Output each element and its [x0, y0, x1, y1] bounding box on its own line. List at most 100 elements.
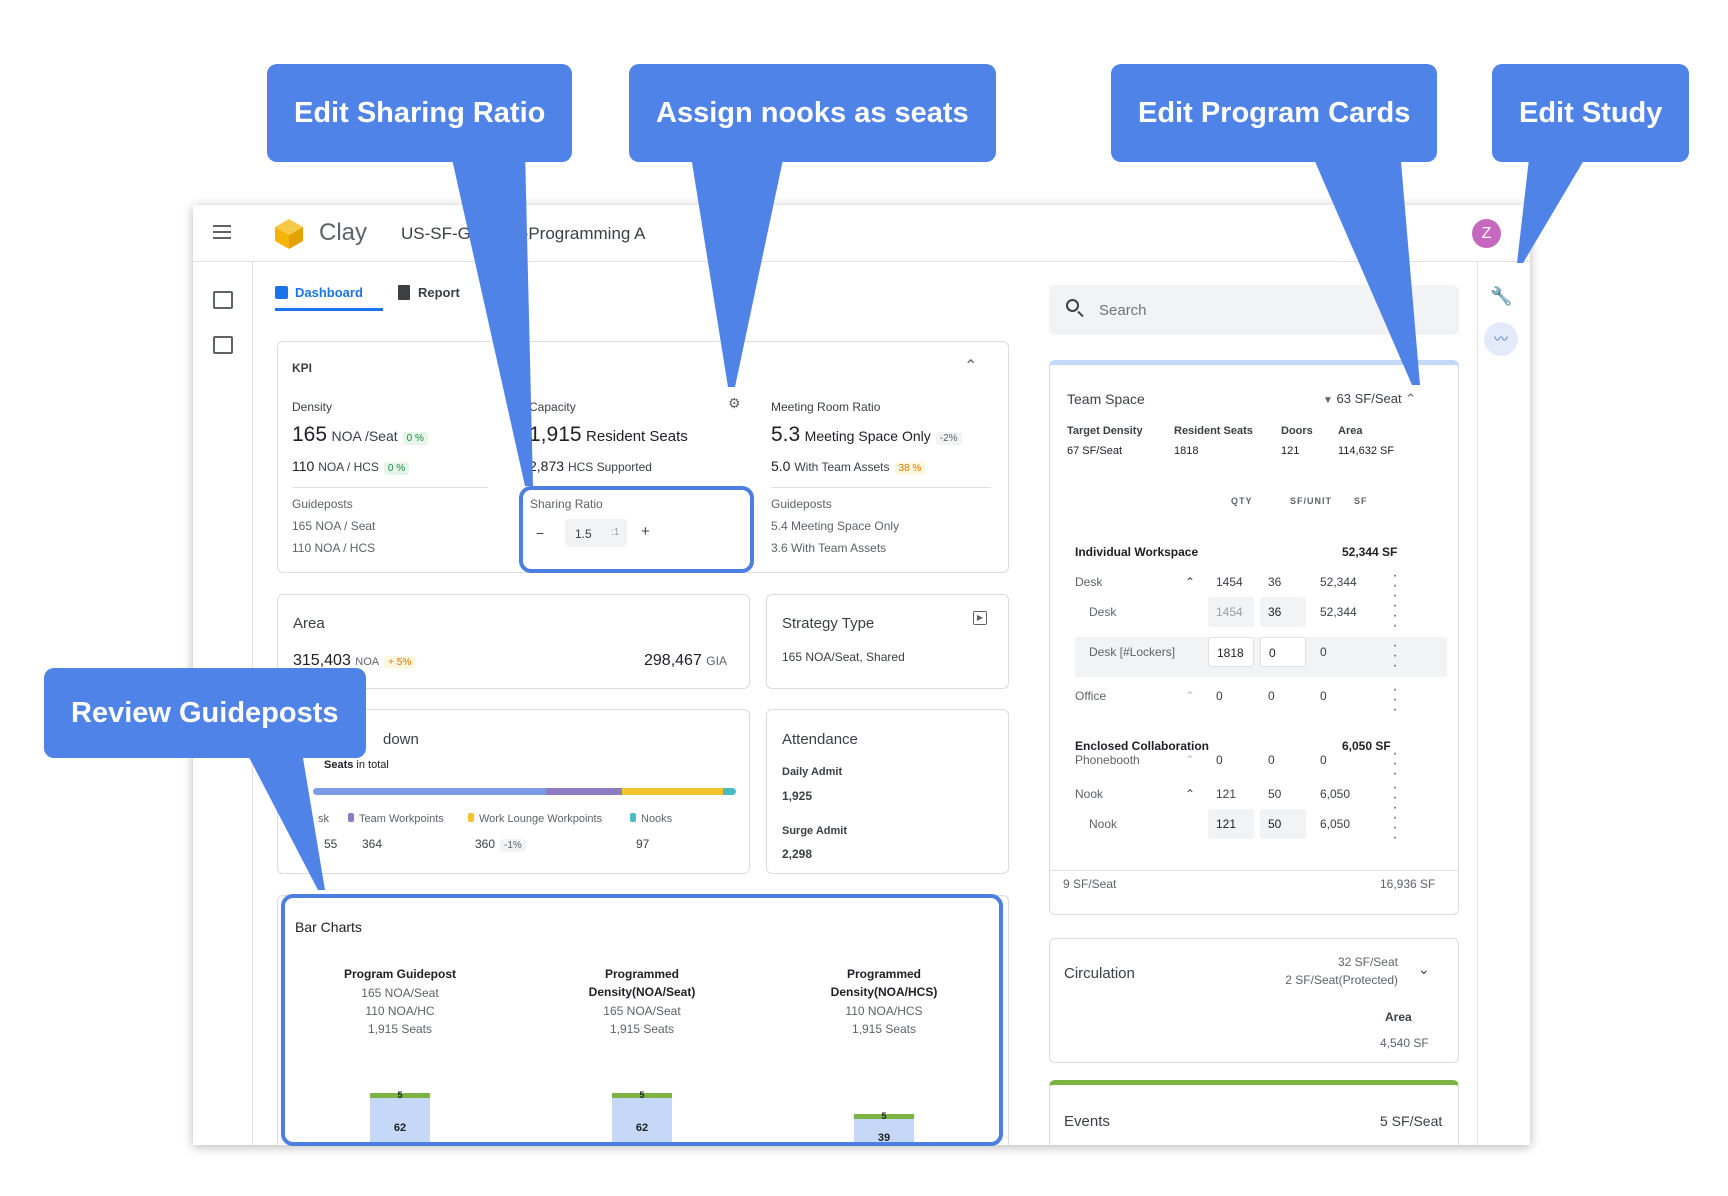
team-stat-value: 114,632 SF — [1338, 445, 1395, 457]
events-card: Events 5 SF/Seat — [1049, 1080, 1459, 1145]
surge-admit-label: Surge Admit — [782, 825, 847, 837]
program-row-name: Desk — [1075, 575, 1103, 589]
daily-admit-value: 1,925 — [782, 789, 813, 803]
more-options-icon[interactable]: · · · — [1391, 682, 1399, 718]
grid-icon[interactable] — [213, 336, 233, 354]
program-row-qty[interactable]: 121 — [1208, 809, 1254, 839]
strategy-title: Strategy Type — [782, 615, 875, 632]
program-row-sf: 52,344 — [1320, 605, 1357, 619]
program-row-name: Nook — [1089, 817, 1118, 831]
gear-icon[interactable]: ⚙ — [728, 395, 741, 412]
avatar[interactable]: Z — [1472, 219, 1501, 248]
chevron-down-icon[interactable]: ⌄ — [1418, 961, 1430, 978]
program-row-name: Desk [#Lockers] — [1089, 645, 1176, 659]
program-row-sf: 0 — [1320, 753, 1327, 767]
insights-icon[interactable]: 〰 — [1484, 322, 1518, 356]
team-space-footer-left: 9 SF/Seat — [1063, 877, 1117, 891]
team-space-footer-right: 16,936 SF — [1380, 877, 1436, 891]
enclosed-collab-label: Enclosed Collaboration — [1075, 739, 1210, 753]
program-row-name: Nook — [1075, 787, 1104, 801]
tab-report[interactable]: Report — [398, 285, 460, 300]
legend-desk-value: 55 — [324, 837, 338, 851]
breadcrumb-project: US-SF-GT — [401, 224, 482, 243]
divider — [771, 487, 991, 488]
legend-lounge: Work Lounge Workpoints — [468, 813, 602, 825]
program-row-unit: 0 — [1268, 753, 1275, 767]
strategy-value: 165 NOA/Seat, Shared — [782, 650, 905, 664]
team-stat-label: Target Density — [1067, 425, 1143, 437]
attendance-card: Attendance Daily Admit 1,925 Surge Admit… — [766, 709, 1009, 874]
legend-desk: sk — [318, 813, 329, 825]
breakdown-total: Seats in total — [324, 759, 389, 771]
program-row-name: Desk — [1089, 605, 1117, 619]
team-space-density[interactable]: ▼ 63 SF/Seat ⌃ — [1323, 391, 1416, 407]
play-icon[interactable]: ▶ — [973, 611, 987, 625]
search-input[interactable] — [1099, 295, 1439, 325]
density-guidepost-1: 165 NOA / Seat — [292, 519, 376, 533]
program-row-qty[interactable]: 1454 — [1208, 597, 1254, 627]
table-icon[interactable] — [213, 291, 233, 309]
density-label: Density — [292, 400, 333, 414]
legend-team-value: 364 — [362, 837, 383, 851]
program-row-qty: 0 — [1216, 689, 1223, 703]
circulation-area-value: 4,540 SF — [1380, 1036, 1429, 1050]
right-rail: 🔧 〰 — [1477, 262, 1530, 1145]
events-title: Events — [1064, 1113, 1110, 1130]
bar-segment-nook — [723, 788, 736, 795]
callout-edit-sharing-ratio: Edit Sharing Ratio — [267, 64, 573, 162]
brand-name: Clay — [319, 219, 368, 246]
chevron-up-icon[interactable]: ⌃ — [1185, 787, 1195, 801]
program-row-unit[interactable]: 0 — [1260, 637, 1306, 667]
more-options-icon[interactable]: · · · — [1391, 638, 1399, 674]
strategy-card: Strategy Type ▶ 165 NOA/Seat, Shared — [766, 594, 1009, 689]
program-row-qty: 121 — [1216, 787, 1237, 801]
team-space-card: Team Space ▼ 63 SF/Seat ⌃ Target Density… — [1049, 360, 1459, 915]
meeting-value-row: 5.3 Meeting Space Only -2% — [771, 423, 962, 447]
program-row-unit[interactable]: 50 — [1260, 809, 1306, 839]
team-stat-label: Doors — [1281, 425, 1313, 437]
chevron-up-icon[interactable]: ⌃ — [1185, 689, 1195, 703]
circulation-title: Circulation — [1064, 965, 1135, 982]
team-stat-label: Resident Seats — [1174, 425, 1253, 437]
bar-segment-desk — [313, 788, 546, 795]
program-row-sf: 0 — [1320, 645, 1327, 659]
meeting-ratio-label: Meeting Room Ratio — [771, 400, 881, 414]
more-options-icon[interactable]: · · · — [1391, 746, 1399, 782]
individual-workspace-label: Individual Workspace — [1075, 545, 1199, 559]
search-icon — [1066, 299, 1079, 312]
header-suffix: 3 — [1398, 224, 1408, 243]
tab-dashboard[interactable]: Dashboard — [275, 285, 363, 300]
density-value-row: 165 NOA /Seat 0 % — [292, 423, 428, 447]
program-row-unit[interactable]: 36 — [1260, 597, 1306, 627]
menu-icon[interactable] — [213, 225, 231, 239]
individual-workspace-sf: 52,344 SF — [1342, 545, 1398, 559]
wrench-icon[interactable]: 🔧 — [1490, 286, 1512, 307]
chevron-up-icon[interactable]: ⌃ — [1185, 575, 1195, 589]
chevron-up-icon[interactable]: ⌃ — [1185, 753, 1195, 767]
more-options-icon[interactable]: · · · — [1391, 598, 1399, 634]
more-options-icon[interactable]: · · · — [1391, 810, 1399, 846]
search-box[interactable] — [1049, 285, 1459, 335]
col-sf: SF — [1354, 496, 1368, 506]
callout-assign-nooks: Assign nooks as seats — [629, 64, 996, 162]
program-row-unit: 36 — [1268, 575, 1282, 589]
enclosed-collab-sf: 6,050 SF — [1342, 739, 1391, 753]
seat-breakdown-bar — [313, 788, 736, 795]
bar-segment-lounge — [621, 788, 724, 795]
program-row-qty[interactable]: 1818 — [1208, 637, 1254, 667]
active-tab-indicator — [275, 308, 383, 311]
capacity-sub-row: 2,873 HCS Supported — [529, 458, 652, 474]
dashboard-icon — [275, 286, 288, 299]
bar-segment-team — [545, 788, 622, 795]
capacity-label: Capacity — [529, 400, 576, 414]
breadcrumb[interactable]: US-SF-GT -SF-Programming A — [401, 224, 645, 244]
callout-edit-program-cards: Edit Program Cards — [1111, 64, 1438, 162]
capacity-value-row: 1,915 Resident Seats — [529, 423, 688, 446]
density-guidepost-2: 110 NOA / HCS — [292, 541, 376, 555]
collapse-icon[interactable]: ⌃ — [964, 356, 977, 376]
area-gia-row: 298,467 GIA — [644, 652, 727, 669]
program-row-sf: 6,050 — [1320, 817, 1351, 831]
legend-nook: Nooks — [630, 813, 672, 825]
team-stat-value: 1818 — [1174, 445, 1199, 457]
meeting-guidepost-1: 5.4 Meeting Space Only — [771, 519, 900, 533]
